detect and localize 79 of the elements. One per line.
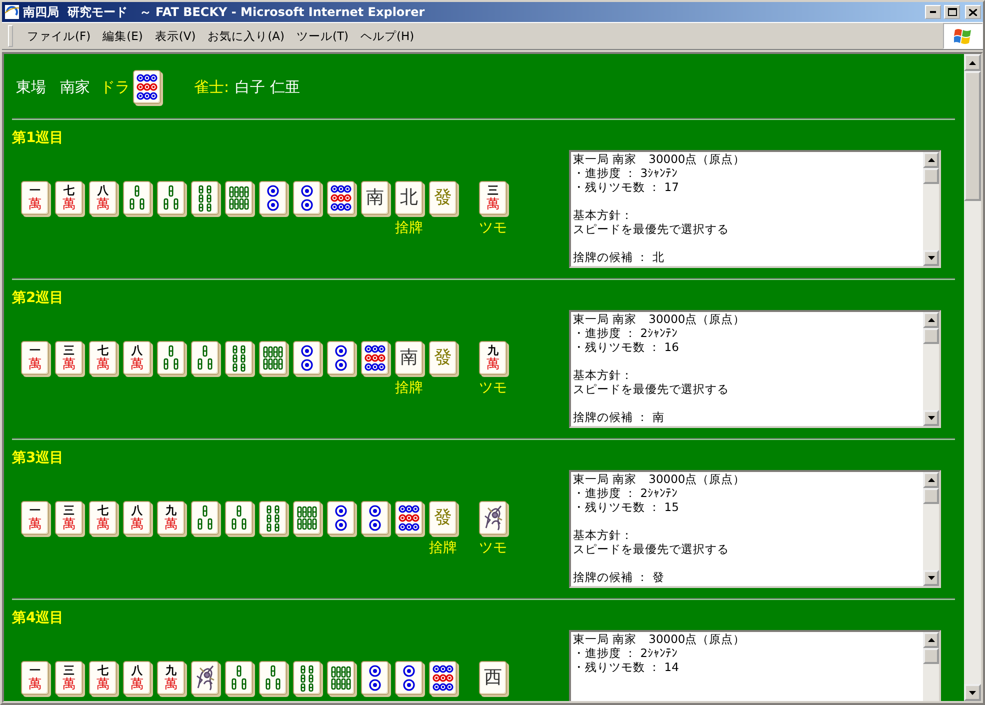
mahjong-tile: 八 萬: [89, 181, 117, 215]
scroll-up-button[interactable]: [923, 312, 939, 328]
scroll-up-button[interactable]: [923, 472, 939, 488]
minimize-button[interactable]: [925, 5, 941, 19]
menu-item[interactable]: ツール(T): [290, 26, 355, 46]
mahjong-tile: 發: [429, 181, 457, 215]
scroll-down-icon: [928, 416, 934, 420]
mahjong-tile: 北: [395, 181, 423, 215]
mahjong-tile: 南: [395, 341, 423, 375]
tile-caption: 捨牌: [429, 540, 457, 556]
scroll-up-icon: [928, 638, 934, 642]
mahjong-tile: 八 萬: [123, 661, 151, 695]
menu-item[interactable]: ヘルプ(H): [354, 26, 420, 46]
scroll-up-icon: [928, 318, 934, 322]
scroll-thumb[interactable]: [964, 71, 981, 201]
mahjong-tile: 七 萬: [89, 341, 117, 375]
tile-caption: 捨牌: [395, 220, 423, 236]
scroll-down-button[interactable]: [923, 410, 939, 426]
mahjong-tile: 九 萬: [157, 661, 185, 695]
close-button[interactable]: [965, 5, 981, 19]
scroll-up-button[interactable]: [964, 54, 981, 71]
scroll-down-icon: [928, 256, 934, 260]
round-wind-label: 東場: [16, 78, 46, 96]
mahjong-tile: 七 萬: [89, 501, 117, 535]
close-icon: [969, 8, 977, 16]
mahjong-tile: 西: [479, 661, 507, 695]
maximize-icon: [948, 8, 956, 16]
minimize-icon: [930, 11, 936, 13]
mahjong-tile: 發: [429, 341, 457, 375]
scroll-up-icon: [928, 158, 934, 162]
mahjong-tile: 南: [361, 181, 389, 215]
round-title: 第3巡目: [12, 449, 65, 468]
round-title: 第2巡目: [12, 289, 65, 308]
scroll-up-icon: [928, 478, 934, 482]
mahjong-tile: 一 萬: [21, 341, 49, 375]
mahjong-tile: 九 萬: [479, 341, 507, 375]
mahjong-tile: 九 萬: [157, 501, 185, 535]
round-title: 第4巡目: [12, 609, 65, 628]
dora-label: ドラ: [100, 78, 130, 96]
mahjong-tile: 七 萬: [55, 181, 83, 215]
maximize-button[interactable]: [944, 5, 960, 19]
windows-logo-icon: [954, 28, 972, 44]
tile-caption: ツモ: [479, 380, 507, 396]
browser-icon: [4, 4, 20, 20]
scroll-thumb[interactable]: [923, 488, 939, 504]
scroll-down-button[interactable]: [923, 250, 939, 266]
mahjong-tile: 一 萬: [21, 661, 49, 695]
seat-label: 南家: [60, 78, 90, 96]
menu-item[interactable]: 編集(E): [96, 26, 149, 46]
mahjong-tile: 三 萬: [55, 341, 83, 375]
tile-caption: ツモ: [479, 220, 507, 236]
mahjong-tile: 一 萬: [21, 181, 49, 215]
scroll-down-icon: [928, 576, 934, 580]
scroll-thumb[interactable]: [923, 648, 939, 664]
mahjong-tile: 八 萬: [123, 341, 151, 375]
scroll-thumb[interactable]: [923, 328, 939, 344]
scroll-up-button[interactable]: [923, 152, 939, 168]
scroll-thumb[interactable]: [923, 168, 939, 184]
menu-item[interactable]: ファイル(F): [21, 26, 97, 46]
tile-caption: ツモ: [479, 540, 507, 556]
scroll-down-button[interactable]: [964, 684, 981, 701]
mahjong-tile: 三 萬: [55, 501, 83, 535]
round-title: 第1巡目: [12, 129, 65, 148]
mahjong-tile: 一 萬: [21, 501, 49, 535]
mahjong-tile: 八 萬: [123, 501, 151, 535]
mahjong-tile: 發: [429, 501, 457, 535]
scroll-up-button[interactable]: [923, 632, 939, 648]
scroll-down-icon: [969, 690, 976, 694]
mahjong-tile: 七 萬: [89, 661, 117, 695]
scroll-down-button[interactable]: [923, 570, 939, 586]
player-name: 白子 仁亜: [235, 78, 300, 96]
mahjong-tile: 三 萬: [55, 661, 83, 695]
menu-item[interactable]: お気に入り(A): [202, 26, 291, 46]
player-label: 雀士:: [194, 78, 230, 96]
window-title: 南四局 研究モード ～ FAT BECKY - Microsoft Internet Explorer: [23, 4, 426, 20]
scroll-up-icon: [969, 60, 976, 64]
menu-item[interactable]: 表示(V): [148, 26, 202, 46]
mahjong-tile: 三 萬: [479, 181, 507, 215]
tile-caption: 捨牌: [395, 380, 423, 396]
